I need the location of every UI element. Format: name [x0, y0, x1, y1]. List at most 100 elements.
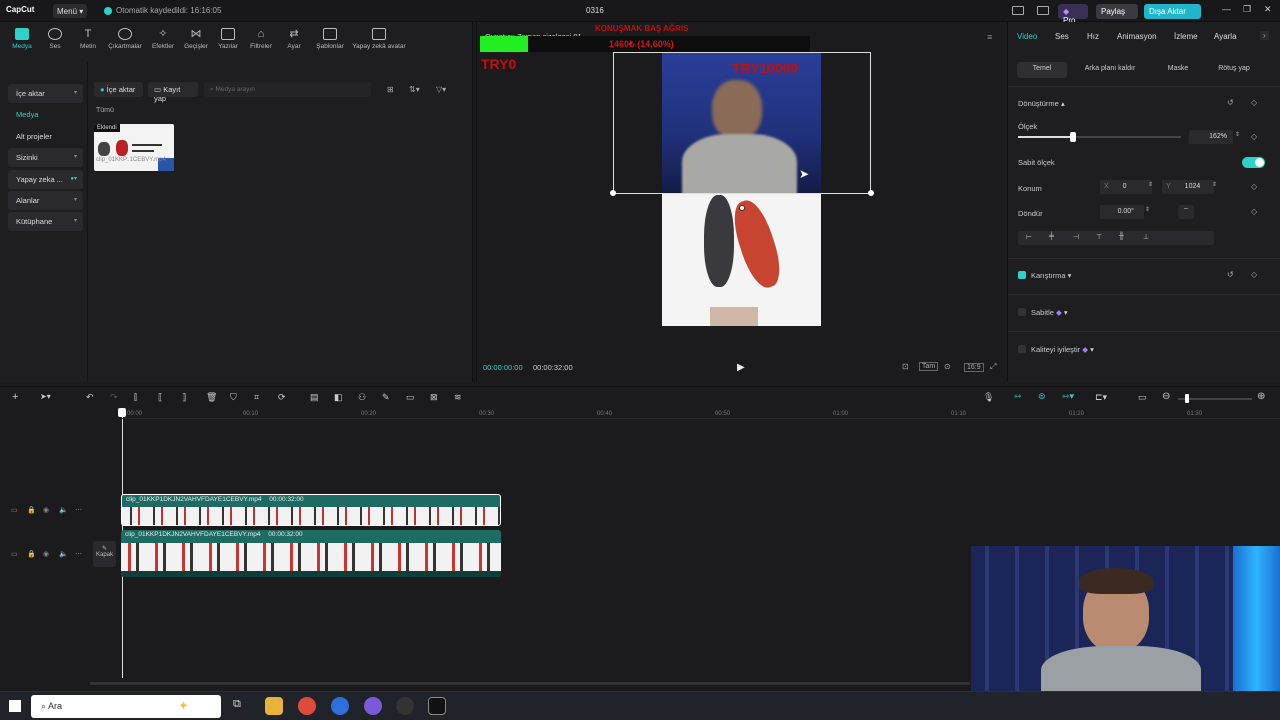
- align-center-icon[interactable]: ╪: [1049, 233, 1054, 240]
- cover-button[interactable]: ✎ Kapak: [93, 541, 116, 567]
- app-icon[interactable]: [331, 697, 349, 715]
- windows-start-icon[interactable]: [9, 700, 21, 712]
- transform-section-label[interactable]: Dönüştürme ▴: [1018, 99, 1065, 108]
- toolbar-captions[interactable]: Yazılar: [211, 28, 245, 50]
- select-tool-icon[interactable]: ➤▾: [40, 392, 51, 401]
- snapshot-icon[interactable]: ⊙: [944, 362, 951, 371]
- more-icon[interactable]: ⋯: [75, 506, 82, 514]
- zoom-out-icon[interactable]: ⊖: [1162, 391, 1170, 402]
- snap-icon[interactable]: ⇿▾: [1062, 391, 1074, 402]
- enhance-checkbox[interactable]: [1018, 345, 1026, 353]
- enhance-section[interactable]: Kaliteyi iyileştir ◆ ▾: [1031, 345, 1094, 354]
- sidebar-item-import[interactable]: İçe aktar ▾: [8, 84, 83, 103]
- subtab-mask[interactable]: Maske: [1158, 62, 1198, 78]
- toolbar-effects[interactable]: ✧ Efektler: [146, 28, 180, 50]
- split-left-icon[interactable]: ⟦: [158, 392, 162, 403]
- tab-animation[interactable]: Animasyon: [1117, 32, 1157, 41]
- add-icon[interactable]: +: [12, 391, 18, 403]
- toolbar-text[interactable]: T Metin: [71, 28, 105, 50]
- task-view-icon[interactable]: ⧉: [233, 698, 241, 711]
- stabilize-section[interactable]: Sabitle ◆ ▾: [1031, 308, 1068, 317]
- sidebar-item-media[interactable]: Medya: [8, 105, 83, 124]
- keyframe-icon[interactable]: ◇: [1251, 132, 1257, 141]
- x-field[interactable]: X0: [1100, 180, 1152, 194]
- rotate-handle[interactable]: [739, 205, 745, 211]
- keyframe-icon[interactable]: ◇: [1251, 98, 1257, 107]
- eye-icon[interactable]: ◉: [43, 506, 49, 514]
- fullres-label[interactable]: Tam: [919, 362, 939, 371]
- scale-slider-handle[interactable]: [1070, 132, 1076, 142]
- split-icon[interactable]: ⫿: [134, 392, 137, 403]
- microphone-icon[interactable]: 🎙: [983, 392, 994, 403]
- subtab-remove-bg[interactable]: Arka planı kaldır: [1077, 62, 1143, 78]
- mirror-icon[interactable]: ◧: [334, 392, 343, 403]
- minimize-icon[interactable]: —: [1222, 4, 1231, 14]
- media-search-input[interactable]: ⌕ Medya arayın: [204, 82, 371, 97]
- stabilize-checkbox[interactable]: [1018, 308, 1026, 316]
- resize-tool-icon[interactable]: ⊠: [430, 392, 438, 403]
- sidebar-item-ai[interactable]: Yapay zeka ... ●▾: [8, 169, 83, 189]
- toolbar-audio[interactable]: Ses: [38, 28, 72, 50]
- reset-icon[interactable]: ↺: [1227, 98, 1234, 107]
- zoom-slider-handle[interactable]: [1185, 394, 1189, 403]
- tab-speed[interactable]: Hız: [1087, 32, 1099, 41]
- preview-axis-icon[interactable]: ⊏▾: [1095, 392, 1107, 403]
- align-middle-icon[interactable]: ╫: [1119, 233, 1124, 240]
- blend-section[interactable]: Karıştırma ▾: [1031, 271, 1071, 280]
- redo-icon[interactable]: ↷: [110, 392, 118, 403]
- magnet-icon[interactable]: ⊜: [1038, 391, 1046, 402]
- sidebar-item-subprojects[interactable]: Alt projeler: [8, 127, 83, 146]
- marker-icon[interactable]: ⛉: [230, 392, 237, 403]
- tab-audio[interactable]: Ses: [1055, 32, 1069, 41]
- track-toggle-icon[interactable]: ▭: [11, 550, 18, 558]
- fit-icon[interactable]: ▭: [1138, 392, 1147, 403]
- timeline-clip-main[interactable]: clip_01KKP1DKJN2VAHVFDAYE1CEBVY.mp4 00:0…: [121, 530, 501, 577]
- toolbar-templates[interactable]: Şablonlar: [311, 28, 349, 50]
- scope-icon[interactable]: ⊡: [902, 362, 909, 371]
- toolbar-filters[interactable]: ⌂ Filtreler: [244, 28, 278, 50]
- eye-icon[interactable]: ◉: [43, 550, 49, 558]
- share-button[interactable]: Paylaş: [1096, 4, 1138, 19]
- magic-icon[interactable]: ✎: [382, 392, 390, 403]
- keyframe-icon[interactable]: ◇: [1251, 207, 1257, 216]
- record-button[interactable]: ▭ Kayıt yap: [148, 82, 198, 103]
- timeline-scrollbar[interactable]: [90, 682, 970, 685]
- toolbar-stickers[interactable]: Çıkartmalar: [108, 28, 142, 50]
- fullscreen-icon[interactable]: ⤢: [990, 362, 996, 372]
- chrome-icon[interactable]: [298, 697, 316, 715]
- align-bottom-icon[interactable]: ⊥: [1143, 233, 1149, 241]
- menu-button[interactable]: Menü ▾: [53, 4, 87, 18]
- taskbar-search-input[interactable]: ⌕ Ara: [31, 695, 221, 718]
- freeze-icon[interactable]: ▤: [310, 392, 319, 403]
- crop-icon[interactable]: ⌗: [254, 392, 259, 403]
- toolbar-media[interactable]: Medya: [5, 28, 39, 50]
- tab-video[interactable]: Video: [1017, 32, 1037, 41]
- timeline-clip-top[interactable]: clip_01KKP1DKJN2VAHVFDAYE1CEBVY.mp4 00:0…: [121, 494, 501, 526]
- align-left-icon[interactable]: ⊢: [1026, 233, 1032, 241]
- filter-icon[interactable]: ▽▾: [436, 85, 446, 94]
- playhead-handle[interactable]: [118, 408, 126, 417]
- y-field[interactable]: Y 1024: [1162, 180, 1214, 194]
- pro-button[interactable]: ◆ Pro: [1058, 4, 1088, 25]
- file-explorer-icon[interactable]: [265, 697, 283, 715]
- stepper-icon[interactable]: ⇕: [1235, 131, 1240, 138]
- export-button[interactable]: Dışa Aktar: [1144, 4, 1201, 19]
- sidebar-item-yours[interactable]: Sizinki ▾: [8, 148, 83, 168]
- stepper-icon[interactable]: ⇕: [1212, 181, 1217, 188]
- audio-wave-icon[interactable]: ≋: [454, 392, 462, 403]
- obs-icon[interactable]: [396, 697, 414, 715]
- more-icon[interactable]: ⋯: [75, 550, 82, 558]
- delete-icon[interactable]: 🗑: [206, 392, 217, 403]
- sort-icon[interactable]: ⇅▾: [409, 85, 420, 94]
- import-button[interactable]: ● İçe aktar: [94, 82, 143, 97]
- play-icon[interactable]: ▶: [737, 362, 745, 373]
- resize-handle[interactable]: [868, 190, 874, 196]
- zoom-slider[interactable]: [1178, 398, 1252, 400]
- keyframe-icon[interactable]: ◇: [1251, 182, 1257, 191]
- scale-value-field[interactable]: 162%: [1189, 130, 1233, 144]
- flip-button[interactable]: –: [1178, 205, 1194, 219]
- maximize-icon[interactable]: ❐: [1243, 4, 1251, 15]
- rotate-field[interactable]: 0.00°: [1100, 205, 1144, 219]
- reset-icon[interactable]: ↺: [1227, 270, 1234, 279]
- volume-icon[interactable]: 🔈: [59, 506, 68, 514]
